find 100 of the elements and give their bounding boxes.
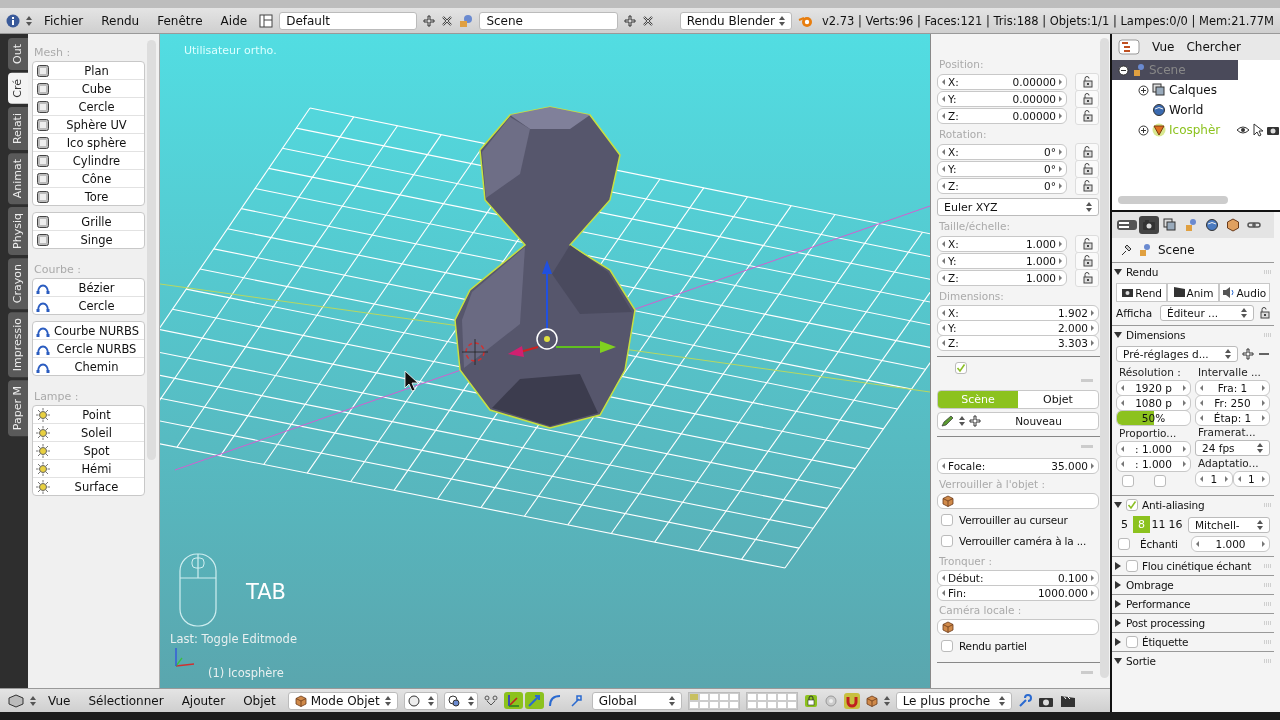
- tool-button[interactable]: Courbe NURBS: [33, 322, 144, 340]
- panel-header[interactable]: Post processing: [1112, 613, 1274, 632]
- tool-button[interactable]: Bézier: [33, 279, 144, 297]
- checkbox[interactable]: [1122, 475, 1134, 487]
- lock-icon[interactable]: [1081, 238, 1093, 250]
- close-icon[interactable]: [441, 14, 454, 27]
- scene-icon[interactable]: [459, 13, 474, 28]
- menu-item[interactable]: Rendu: [95, 11, 146, 30]
- info-icon[interactable]: [6, 13, 20, 28]
- number-field[interactable]: Y: 0.00000: [937, 91, 1067, 107]
- menu-item[interactable]: Objet: [237, 691, 282, 710]
- number-field[interactable]: 1.000: [1191, 536, 1270, 552]
- render-button[interactable]: Audio: [1218, 283, 1270, 302]
- expand-icon[interactable]: [1138, 124, 1149, 136]
- lock-icon[interactable]: [1081, 255, 1093, 267]
- menu-item[interactable]: Vue: [42, 691, 77, 710]
- number-field[interactable]: Fra: 1: [1195, 380, 1270, 396]
- number-field[interactable]: Fin: 1000.000: [937, 585, 1099, 601]
- eye-icon[interactable]: [1236, 124, 1250, 136]
- tool-button[interactable]: Cercle: [33, 98, 144, 116]
- camera-icon[interactable]: [1266, 124, 1280, 136]
- checkbox[interactable]: [1118, 538, 1130, 550]
- editor-type-icon[interactable]: [1116, 218, 1138, 232]
- layout-icon[interactable]: [259, 13, 274, 28]
- mode-dropdown[interactable]: Mode Objet: [287, 691, 398, 710]
- lock-icon[interactable]: [803, 693, 818, 708]
- tool-button[interactable]: Spot: [33, 442, 144, 460]
- panel-header[interactable]: Dimensions: [1112, 325, 1274, 344]
- checkbox[interactable]: [941, 534, 953, 547]
- sample-button[interactable]: 11: [1150, 516, 1167, 533]
- render-engine-dropdown[interactable]: Rendu Blender: [679, 11, 792, 30]
- tool-button[interactable]: Ico sphère: [33, 134, 144, 152]
- number-field[interactable]: Étap: 1: [1195, 410, 1270, 426]
- lock-icon[interactable]: [1081, 93, 1093, 105]
- shading-dropdown[interactable]: [403, 691, 438, 710]
- framerate-dropdown[interactable]: 24 fps: [1195, 440, 1270, 456]
- manipulator-toggle[interactable]: [524, 692, 544, 709]
- menu-item[interactable]: Aide: [214, 11, 254, 30]
- number-field[interactable]: Z: 0°: [937, 178, 1067, 194]
- sample-button[interactable]: 5: [1116, 516, 1133, 533]
- sample-button[interactable]: 16: [1167, 516, 1184, 533]
- lock-icon[interactable]: [1081, 146, 1093, 158]
- tool-button[interactable]: Cercle NURBS: [33, 340, 144, 358]
- tool-button[interactable]: Grille: [33, 213, 144, 231]
- scene-field[interactable]: Scene: [479, 11, 618, 30]
- lock-icon[interactable]: [1081, 180, 1093, 192]
- origins-icon[interactable]: [483, 694, 498, 707]
- focal-length-field[interactable]: Focale: 35.000: [937, 458, 1099, 474]
- tree-item[interactable]: Calques: [1169, 83, 1217, 97]
- menu-item[interactable]: Vue: [1152, 40, 1175, 54]
- tree-item[interactable]: World: [1169, 103, 1204, 117]
- tool-tab[interactable]: Out: [8, 38, 28, 70]
- lock-icon[interactable]: [1081, 163, 1093, 175]
- number-field[interactable]: Y: 2.000: [937, 320, 1099, 336]
- collapse-icon[interactable]: [1118, 64, 1129, 76]
- tool-button[interactable]: Tore: [33, 188, 144, 205]
- tool-button[interactable]: Chemin: [33, 358, 144, 375]
- render-button[interactable]: Rend: [1116, 283, 1168, 302]
- menu-item[interactable]: Sélectionner: [82, 691, 170, 710]
- source-toggle[interactable]: Objet: [1018, 391, 1098, 408]
- number-field[interactable]: Fr: 250: [1195, 395, 1270, 411]
- tool-button[interactable]: Plan: [33, 62, 144, 80]
- presets-dropdown[interactable]: Pré-réglages d...: [1116, 346, 1238, 362]
- number-field[interactable]: X: 1.902: [937, 305, 1099, 321]
- pencil-icon[interactable]: [941, 415, 955, 427]
- checkbox[interactable]: [1154, 475, 1166, 487]
- number-field[interactable]: Y: 1.000: [937, 253, 1067, 269]
- menu-item[interactable]: Ajouter: [175, 691, 232, 710]
- render-button[interactable]: Anim: [1167, 283, 1219, 302]
- pin-icon[interactable]: [1120, 244, 1132, 256]
- number-field[interactable]: Z: 3.303: [937, 335, 1099, 351]
- tool-tab[interactable]: Impressio: [8, 312, 28, 378]
- tool-button[interactable]: Hémi: [33, 460, 144, 478]
- checkbox[interactable]: [1126, 636, 1138, 648]
- tool-tab[interactable]: Crayon: [8, 258, 28, 310]
- menu-item[interactable]: Fenêtre: [151, 11, 209, 30]
- panel-header[interactable]: Anti-aliasing: [1112, 495, 1274, 514]
- panel-header[interactable]: Flou cinétique échant: [1112, 556, 1274, 575]
- camera-field[interactable]: [937, 619, 1099, 635]
- add-icon[interactable]: [423, 14, 436, 27]
- tool-button[interactable]: Sphère UV: [33, 116, 144, 134]
- number-field[interactable]: 1920 p: [1116, 380, 1191, 396]
- pointer-icon[interactable]: [1253, 123, 1263, 137]
- filter-dropdown[interactable]: Mitchell-: [1188, 516, 1270, 533]
- tool-button[interactable]: Surface: [33, 478, 144, 495]
- tool-button[interactable]: Cône: [33, 170, 144, 188]
- object-field[interactable]: [937, 493, 1099, 509]
- tool-tab[interactable]: Relati: [8, 106, 28, 150]
- number-field[interactable]: Début: 0.100: [937, 570, 1099, 586]
- orientation-dropdown[interactable]: Global: [591, 691, 682, 710]
- add-icon[interactable]: [969, 415, 981, 427]
- number-field[interactable]: 1: [1195, 471, 1233, 487]
- number-field[interactable]: 1080 p: [1116, 395, 1191, 411]
- view-icon[interactable]: [8, 693, 24, 708]
- tool-button[interactable]: Cube: [33, 80, 144, 98]
- close-icon[interactable]: [641, 14, 654, 27]
- tool-button[interactable]: Soleil: [33, 424, 144, 442]
- tool-tab[interactable]: Animat: [8, 152, 28, 205]
- snap-toggle[interactable]: [843, 692, 860, 709]
- panel-header[interactable]: Étiquette: [1112, 632, 1274, 651]
